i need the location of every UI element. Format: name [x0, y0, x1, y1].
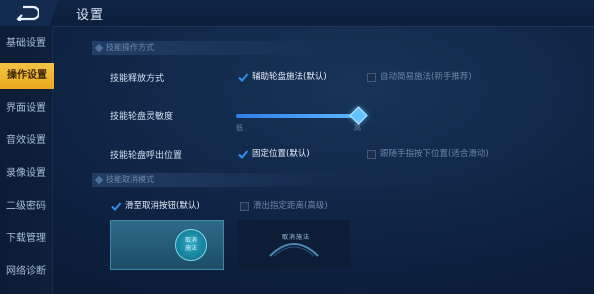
wheel-position-label: 技能轮盘呼出位置	[110, 151, 183, 161]
section-marker-icon	[94, 175, 104, 185]
cancel-text-line1: 取消	[184, 237, 197, 244]
option-label: 跟随手指按下位置(适合滑动)	[380, 149, 489, 159]
sidebar-item-network-diagnosis[interactable]: 网络诊断	[0, 259, 52, 285]
release-method-label: 技能释放方式	[110, 74, 165, 84]
cancel-cast-button-icon: 取消 施法	[175, 229, 207, 261]
cancel-option-slide-distance[interactable]: 滑出指定距离(高级)	[238, 200, 348, 212]
sensitivity-slider[interactable]	[236, 114, 364, 118]
release-option-assisted[interactable]: 辅助轮盘施法(默认)	[237, 71, 357, 83]
slider-fill	[236, 114, 358, 118]
cancel-preview-distance[interactable]: 取消施法	[238, 220, 350, 268]
cancel-option-slide-to-button[interactable]: 滑至取消按钮(默认)	[110, 200, 220, 212]
back-arrow-icon	[16, 5, 39, 21]
slider-max-label: 高	[354, 124, 361, 132]
sensitivity-label: 技能轮盘灵敏度	[110, 112, 174, 122]
section-marker-icon	[94, 43, 104, 53]
wheel-option-fixed[interactable]: 固定位置(默认)	[237, 148, 357, 160]
section-title: 技能操作方式	[106, 43, 154, 52]
sidebar-item-sound[interactable]: 音效设置	[0, 128, 52, 154]
cancel-text-line2: 施法	[184, 245, 197, 252]
checkbox-empty-icon	[240, 202, 249, 211]
cancel-preview-button[interactable]: 取消 施法	[110, 220, 224, 270]
wheel-option-follow-finger[interactable]: 跟随手指按下位置(适合滑动)	[365, 148, 505, 160]
option-label: 滑出指定距离(高级)	[253, 201, 328, 211]
back-button[interactable]	[0, 0, 58, 26]
checkmark-icon	[111, 202, 122, 211]
slider-handle[interactable]	[348, 106, 368, 125]
sidebar-item-basic[interactable]: 基础设置	[0, 31, 52, 57]
option-label: 辅助轮盘施法(默认)	[252, 72, 327, 82]
sidebar-item-downloads[interactable]: 下载管理	[0, 226, 52, 252]
checkbox-empty-icon	[367, 150, 376, 159]
option-label: 自动简易施法(新手推荐)	[380, 72, 472, 82]
section-header-skill-op: 技能操作方式	[92, 41, 432, 55]
release-option-auto[interactable]: 自动简易施法(新手推荐)	[365, 71, 485, 83]
sidebar-item-interface[interactable]: 界面设置	[0, 96, 52, 122]
cancel-arc-text: 取消施法	[282, 234, 311, 241]
top-bar: 设置	[0, 0, 594, 27]
checkmark-icon	[238, 73, 249, 82]
slider-min-label: 低	[236, 124, 243, 132]
cancel-cast-text: 取消 施法	[176, 237, 206, 253]
sidebar-item-replay[interactable]: 录像设置	[0, 161, 52, 187]
sidebar-item-controls[interactable]: 操作设置	[0, 63, 54, 89]
section-header-skill-cancel: 技能取消模式	[92, 173, 432, 187]
settings-sidebar: 基础设置 操作设置 界面设置 音效设置 录像设置 二级密码 下载管理 网络诊断	[0, 26, 54, 294]
settings-screen: 设置 基础设置 操作设置 界面设置 音效设置 录像设置 二级密码 下载管理 网络…	[0, 0, 594, 294]
option-label: 固定位置(默认)	[252, 149, 310, 159]
checkmark-icon	[238, 150, 249, 159]
option-label: 滑至取消按钮(默认)	[125, 201, 200, 211]
checkbox-empty-icon	[367, 73, 376, 82]
page-title: 设置	[76, 8, 105, 23]
section-title: 技能取消模式	[106, 175, 154, 184]
sidebar-item-secondary-password[interactable]: 二级密码	[0, 194, 52, 220]
